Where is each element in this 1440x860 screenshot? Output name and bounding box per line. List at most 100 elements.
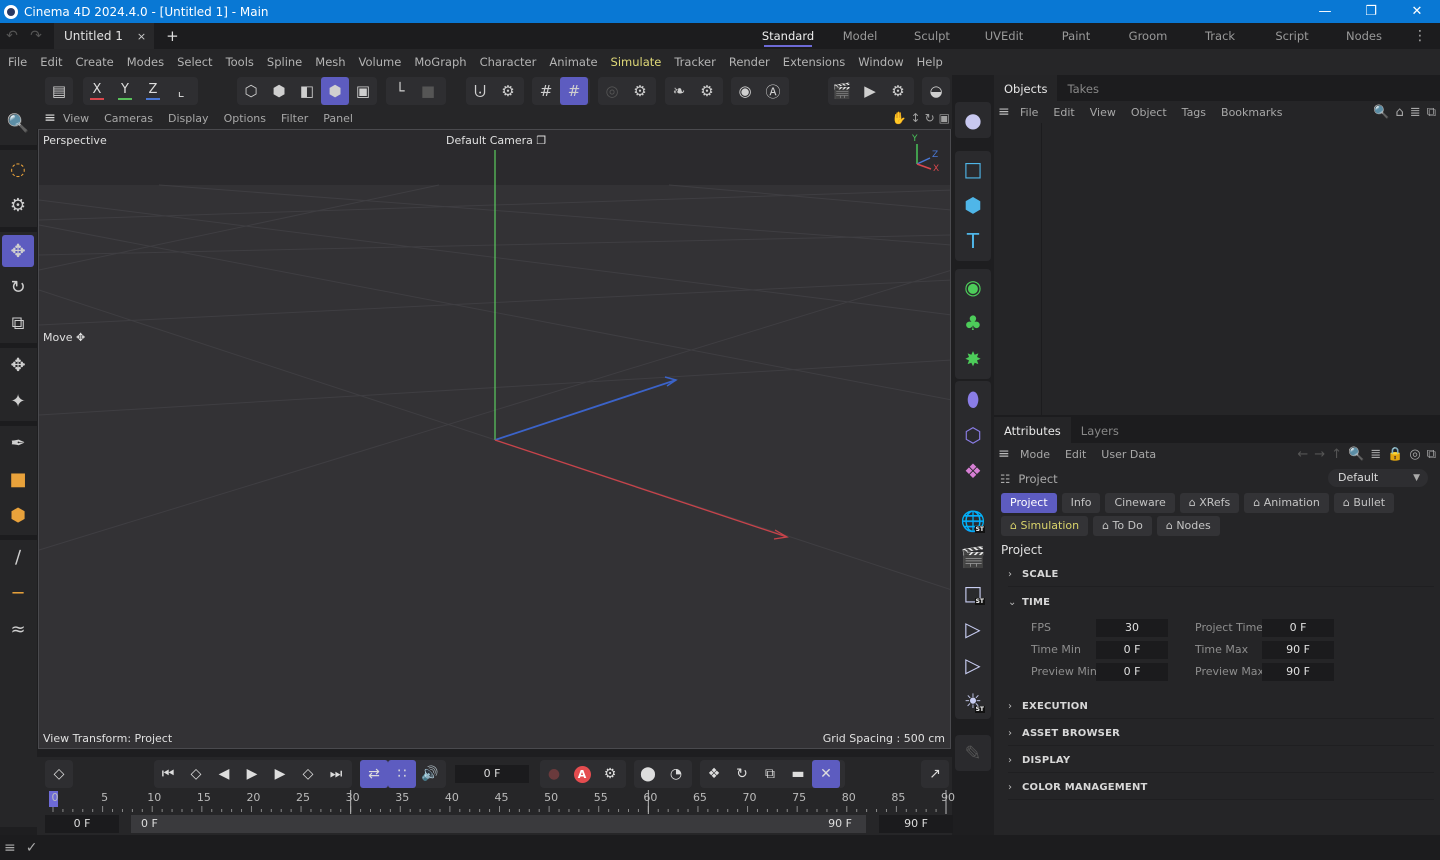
redshift-icon[interactable]: ◒ xyxy=(922,77,950,105)
menu-mesh[interactable]: Mesh xyxy=(315,55,345,69)
preview-min-field[interactable]: 0 F xyxy=(1096,663,1168,681)
animation-mode-icon[interactable]: Ⓐ xyxy=(759,77,787,105)
symmetry-icon[interactable]: ❧ xyxy=(665,77,693,105)
camera-st-icon[interactable]: □ ST xyxy=(955,575,991,611)
menu-create[interactable]: Create xyxy=(76,55,114,69)
close-window-button[interactable]: ✕ xyxy=(1394,0,1440,23)
minimize-button[interactable]: — xyxy=(1302,0,1348,23)
cube-icon[interactable]: ⬢ xyxy=(955,187,991,223)
menu-file[interactable]: File xyxy=(8,55,27,69)
grid-lock-icon[interactable]: # xyxy=(560,77,588,105)
layout-model[interactable]: Model xyxy=(824,23,896,49)
range-end-field[interactable]: 90 F xyxy=(879,815,953,833)
group-scale[interactable]: › SCALE xyxy=(1008,563,1434,587)
go-to-start-icon[interactable]: ⏮ xyxy=(154,760,182,788)
null-object-icon[interactable]: ● xyxy=(955,102,991,138)
attributes-menu-icon[interactable]: ≡ xyxy=(998,446,1020,462)
attributes-menu-edit[interactable]: Edit xyxy=(1065,448,1086,461)
object-tree[interactable] xyxy=(994,123,1042,415)
current-frame-field[interactable]: 0 F xyxy=(455,765,529,783)
preset-dropdown[interactable]: Default ▼ xyxy=(1328,469,1428,487)
edges-mode-icon[interactable]: ⬢ xyxy=(265,77,293,105)
sky-environment-icon[interactable]: 🌐 ST xyxy=(955,503,991,539)
snap-settings-icon[interactable]: ⚙ xyxy=(494,77,522,105)
attr-tab-project[interactable]: Project xyxy=(1001,493,1057,513)
tab-objects[interactable]: Objects xyxy=(994,75,1058,101)
polygon-pen-icon[interactable]: ■ xyxy=(2,463,34,495)
tab-takes[interactable]: Takes xyxy=(1057,75,1109,101)
layout-nodes[interactable]: Nodes xyxy=(1328,23,1400,49)
camera-icon[interactable]: ▷ xyxy=(955,611,991,647)
cube-pen-icon[interactable]: ⬢ xyxy=(2,499,34,531)
objects-menu-icon[interactable]: ≡ xyxy=(998,104,1020,120)
objects-menu-object[interactable]: Object xyxy=(1131,106,1167,119)
scale-tool-icon[interactable]: ⧉ xyxy=(2,307,34,339)
archive-icon[interactable]: ▤ xyxy=(45,77,73,105)
record-icon[interactable]: ● xyxy=(540,760,568,788)
viewport-menu-panel[interactable]: Panel xyxy=(323,112,353,125)
next-key-icon[interactable]: ◇ xyxy=(294,760,322,788)
field-object-icon[interactable]: ❖ xyxy=(955,453,991,489)
viewport-settings-icon[interactable]: ⚙ xyxy=(626,77,654,105)
key-scale-icon[interactable]: ⧉ xyxy=(756,760,784,788)
layout-standard[interactable]: Standard xyxy=(752,23,824,49)
view-visibility-icon[interactable]: ◉ xyxy=(731,77,759,105)
timeline-ruler[interactable]: 0 5 10 15 20 25 30 35 40 45 50 55 60 65 70 75 80 85 90 xyxy=(45,790,955,814)
motion-speed-icon[interactable]: ◔ xyxy=(662,760,690,788)
project-time-field[interactable]: 0 F xyxy=(1262,619,1334,637)
deformer-bend-icon[interactable]: ⬮ xyxy=(955,381,991,417)
rotate-tool-icon[interactable]: ↻ xyxy=(2,271,34,303)
status-check-icon[interactable]: ✓ xyxy=(26,840,38,856)
keyframe-icon[interactable]: ◇ xyxy=(45,760,73,788)
brush-tool-icon[interactable]: ∕ xyxy=(2,541,34,573)
menu-simulate[interactable]: Simulate xyxy=(611,55,662,69)
cloner-icon[interactable]: ◉ xyxy=(955,269,991,305)
new-window-icon[interactable]: ⧉ xyxy=(1427,447,1436,462)
search-icon[interactable]: 🔍 xyxy=(1373,105,1389,120)
menu-extensions[interactable]: Extensions xyxy=(783,55,845,69)
up-arrow-icon[interactable]: ↑ xyxy=(1331,447,1342,462)
menu-animate[interactable]: Animate xyxy=(549,55,597,69)
attributes-menu-mode[interactable]: Mode xyxy=(1020,448,1050,461)
objects-menu-file[interactable]: File xyxy=(1020,106,1038,119)
keying-settings-icon[interactable]: ⚙ xyxy=(596,760,624,788)
next-frame-icon[interactable]: ▶ xyxy=(266,760,294,788)
key-point-level-icon[interactable]: ✕ xyxy=(812,760,840,788)
key-parameter-icon[interactable]: ▬ xyxy=(784,760,812,788)
restore-button[interactable]: ❐ xyxy=(1348,0,1394,23)
attr-tab-animation[interactable]: ⌂ Animation xyxy=(1244,493,1329,513)
menu-tracker[interactable]: Tracker xyxy=(674,55,716,69)
loop-icon[interactable]: ⇄ xyxy=(360,760,388,788)
menu-mograph[interactable]: MoGraph xyxy=(414,55,466,69)
objects-menu-tags[interactable]: Tags xyxy=(1182,106,1206,119)
sound-icon[interactable]: 🔊 xyxy=(416,760,444,788)
time-min-field[interactable]: 0 F xyxy=(1096,641,1168,659)
mograph-fracture-icon[interactable]: ♣ xyxy=(955,305,991,341)
texture-mode-icon[interactable]: ▣ xyxy=(349,77,377,105)
attr-tab-bullet[interactable]: ⌂ Bullet xyxy=(1333,493,1395,513)
layout-sculpt[interactable]: Sculpt xyxy=(896,23,968,49)
layout-track[interactable]: Track xyxy=(1184,23,1256,49)
live-selection-icon[interactable]: ◌ xyxy=(2,153,34,185)
dolly-view-icon[interactable]: ↕ xyxy=(911,111,921,125)
target-icon[interactable]: ◎ xyxy=(1409,447,1420,462)
go-to-end-icon[interactable]: ⏭ xyxy=(322,760,350,788)
menu-edit[interactable]: Edit xyxy=(40,55,62,69)
lock-z-axis-button[interactable]: Z xyxy=(139,77,167,105)
attr-tab-nodes[interactable]: ⌂ Nodes xyxy=(1156,516,1220,536)
attributes-menu-user-data[interactable]: User Data xyxy=(1101,448,1156,461)
tab-attributes[interactable]: Attributes xyxy=(994,417,1071,443)
render-settings-icon[interactable]: ⚙ xyxy=(884,77,912,105)
group-execution[interactable]: › EXECUTION xyxy=(1008,695,1434,719)
preview-max-field[interactable]: 90 F xyxy=(1262,663,1334,681)
symmetry-settings-icon[interactable]: ⚙ xyxy=(693,77,721,105)
menu-spline[interactable]: Spline xyxy=(267,55,302,69)
previous-frame-icon[interactable]: ◀ xyxy=(210,760,238,788)
spline-pen-icon[interactable]: ✒ xyxy=(2,427,34,459)
viewport-menu-filter[interactable]: Filter xyxy=(281,112,308,125)
menu-select[interactable]: Select xyxy=(177,55,212,69)
viewport-menu-options[interactable]: Options xyxy=(224,112,266,125)
placement-tool-icon[interactable]: ✦ xyxy=(2,385,34,417)
menu-modes[interactable]: Modes xyxy=(127,55,164,69)
group-display[interactable]: › DISPLAY xyxy=(1008,749,1434,773)
